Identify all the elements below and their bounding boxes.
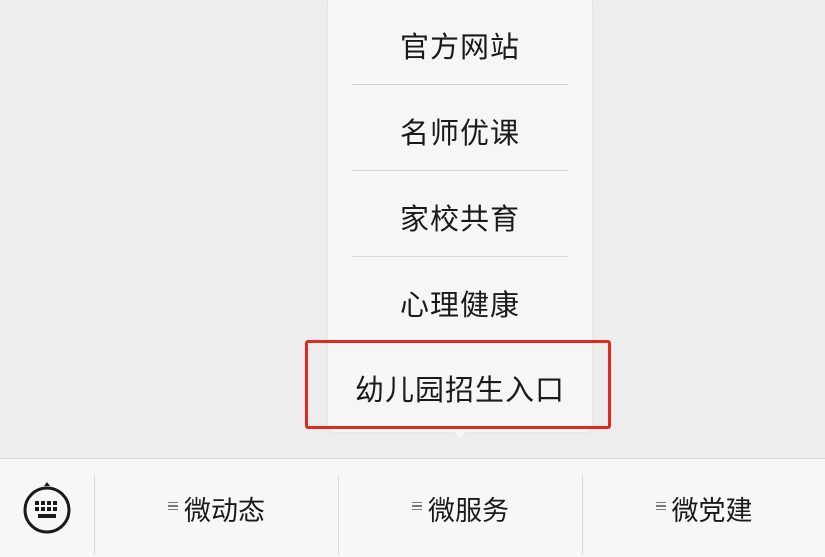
submenu-divider bbox=[352, 84, 568, 85]
chat-page: 官方网站 名师优课 家校共育 心理健康 幼儿园招生入口 微动态 微服务 微党建 bbox=[0, 0, 825, 557]
menu-button-dynamics[interactable]: 微动态 bbox=[95, 459, 338, 557]
menu-button-label: 微党建 bbox=[671, 495, 753, 527]
submenu-item-official-website[interactable]: 官方网站 bbox=[328, 2, 592, 87]
menu-button-party-building[interactable]: 微党建 bbox=[583, 459, 825, 557]
submenu-pointer-arrow bbox=[451, 428, 469, 439]
submenu-item-label: 心理健康 bbox=[399, 287, 520, 322]
menu-lines-icon bbox=[168, 500, 178, 513]
menu-button-label: 微服务 bbox=[428, 495, 509, 527]
submenu-item-kindergarten-enrollment[interactable]: 幼儿园招生入口 bbox=[328, 345, 592, 430]
submenu-item-label: 幼儿园招生入口 bbox=[354, 372, 565, 407]
menu-button-label: 微动态 bbox=[184, 495, 265, 527]
submenu-item-mental-health[interactable]: 心理健康 bbox=[328, 260, 592, 345]
menu-lines-icon bbox=[412, 500, 422, 513]
service-submenu: 官方网站 名师优课 家校共育 心理健康 幼儿园招生入口 bbox=[328, 0, 592, 432]
submenu-item-label: 家校共育 bbox=[399, 201, 520, 236]
submenu-divider bbox=[352, 170, 568, 171]
submenu-divider bbox=[352, 256, 568, 257]
keyboard-toggle-button[interactable] bbox=[0, 459, 94, 557]
menu-lines-icon bbox=[655, 500, 666, 513]
menu-button-services[interactable]: 微服务 bbox=[339, 459, 582, 557]
bottom-menu-bar: 微动态 微服务 微党建 bbox=[0, 458, 825, 557]
submenu-item-label: 名师优课 bbox=[399, 115, 520, 150]
submenu-item-teacher-courses[interactable]: 名师优课 bbox=[328, 88, 592, 173]
submenu-item-home-school[interactable]: 家校共育 bbox=[328, 174, 592, 259]
keyboard-icon bbox=[23, 482, 71, 534]
submenu-item-label: 官方网站 bbox=[399, 29, 520, 64]
